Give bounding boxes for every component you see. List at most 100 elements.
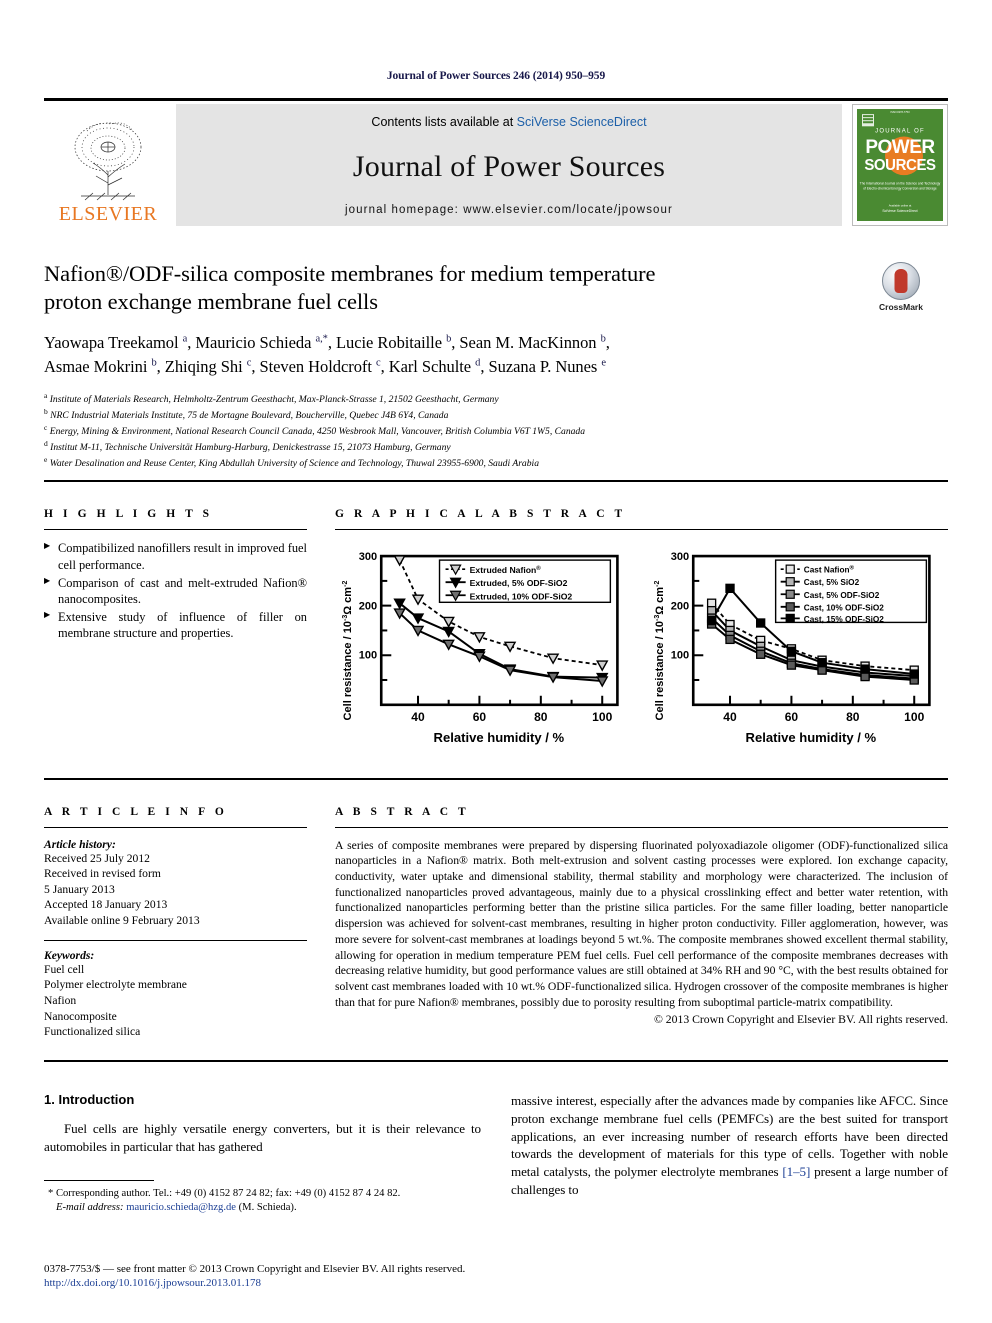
svg-text:Extruded, 5% ODF-SiO2: Extruded, 5% ODF-SiO2 — [470, 579, 568, 589]
keywords-label: Keywords: — [44, 948, 95, 962]
introduction-heading: 1. Introduction — [44, 1091, 135, 1107]
svg-text:Extruded, 10% ODF-SiO2: Extruded, 10% ODF-SiO2 — [470, 592, 573, 602]
journal-masthead: ELSEVIER Contents lists available at Sci… — [44, 98, 948, 226]
svg-text:Extruded Nafion®: Extruded Nafion® — [470, 566, 542, 576]
elsevier-logo: ELSEVIER — [44, 104, 172, 226]
keyword-item: Nanocomposite — [44, 1009, 117, 1023]
email-address-suffix: (M. Schieda). — [238, 1202, 297, 1214]
abstract-heading: A B S T R A C T — [335, 805, 470, 818]
masthead-center: Contents lists available at SciVerse Sci… — [176, 104, 842, 226]
article-info-heading: A R T I C L E I N F O — [44, 805, 228, 818]
affiliation-item: a Institute of Materials Research, Helmh… — [44, 390, 499, 405]
svg-text:200: 200 — [670, 601, 688, 613]
chart-cast: Cell resistance / 10-3Ω cm-2 300 200 100… — [647, 540, 949, 761]
graphical-abstract-figures: Cell resistance / 10-3Ω cm-2 300 200 100… — [335, 540, 948, 761]
issn-copyright-line: 0378-7753/$ — see front matter © 2013 Cr… — [44, 1262, 466, 1275]
doi-link[interactable]: http://dx.doi.org/10.1016/j.jpowsour.201… — [44, 1277, 948, 1289]
paper-page: Journal of Power Sources 246 (2014) 950–… — [0, 0, 992, 1323]
corresponding-author-note: * Corresponding author. Tel.: +49 (0) 41… — [44, 1187, 481, 1217]
svg-text:200: 200 — [359, 601, 377, 613]
article-info-rule — [44, 826, 307, 828]
citation-ref-1-5[interactable]: [1–5] — [782, 1164, 810, 1179]
corresponding-author-text: * Corresponding author. Tel.: +49 (0) 41… — [48, 1187, 401, 1199]
introduction-paragraph-right: massive interest, especially after the a… — [511, 1092, 948, 1199]
svg-text:of Electro-chemical Energy Con: of Electro-chemical Energy Conversion an… — [863, 186, 937, 190]
svg-text:POWER: POWER — [865, 137, 935, 158]
graphical-abstract-heading: G R A P H I C A L A B S T R A C T — [335, 508, 626, 521]
keyword-item: Nafion — [44, 993, 77, 1007]
svg-text:100: 100 — [359, 650, 377, 662]
svg-text:60: 60 — [473, 710, 487, 724]
svg-text:100: 100 — [670, 650, 688, 662]
svg-text:Cell resistance / 10-3Ω cm-2: Cell resistance / 10-3Ω cm-2 — [654, 581, 666, 721]
abstract-section-rule — [44, 777, 948, 780]
keyword-item: Fuel cell — [44, 962, 85, 976]
contents-prefix: Contents lists available at — [371, 115, 517, 129]
svg-text:300: 300 — [670, 552, 688, 564]
contents-available-line: Contents lists available at SciVerse Sci… — [371, 115, 646, 129]
abstract-column: A B S T R A C T A series of composite me… — [335, 806, 948, 1040]
author-line-1: Yaowapa Treekamol a, Mauricio Schieda a,… — [44, 332, 610, 352]
history-item: Received in revised form — [44, 867, 161, 881]
introduction-paragraph-left: Fuel cells are highly versatile energy c… — [44, 1120, 481, 1154]
elsevier-wordmark: ELSEVIER — [58, 203, 158, 225]
svg-text:Cast, 5% SiO2: Cast, 5% SiO2 — [803, 579, 859, 588]
email-address-label: E-mail address: — [56, 1202, 124, 1214]
email-address-link[interactable]: mauricio.schieda@hzg.de — [126, 1202, 236, 1213]
crossmark-label: CrossMark — [879, 302, 923, 312]
cover-graphic-icon: ISSN 0378-7753 JOURNAL OF POWER SOURCES … — [857, 109, 943, 221]
chart-extruded-svg: Cell resistance / 10-3Ω cm-2 300 200 100… — [342, 552, 619, 745]
highlights-list: Compatibilized nanofillers result in imp… — [44, 540, 307, 642]
svg-text:Cast Nafion®: Cast Nafion® — [803, 565, 854, 575]
svg-text:Relative humidity / %: Relative humidity / % — [745, 730, 876, 745]
svg-text:80: 80 — [534, 710, 548, 724]
svg-text:SciVerse ScienceDirect: SciVerse ScienceDirect — [882, 209, 917, 213]
journal-homepage-link[interactable]: journal homepage: www.elsevier.com/locat… — [345, 204, 673, 216]
svg-text:300: 300 — [359, 552, 377, 564]
article-info-column: A R T I C L E I N F O Article history: R… — [44, 806, 307, 1040]
svg-text:Cast, 10% ODF-SiO2: Cast, 10% ODF-SiO2 — [803, 604, 884, 613]
crossmark-badge-group[interactable]: CrossMark — [854, 262, 948, 312]
abstract-copyright: © 2013 Crown Copyright and Elsevier BV. … — [654, 1012, 948, 1026]
keywords-divider — [44, 939, 307, 941]
body-column-left: 1. Introduction Fuel cells are highly ve… — [44, 1092, 481, 1216]
svg-text:Cell resistance / 10-3Ω cm-2: Cell resistance / 10-3Ω cm-2 — [342, 581, 354, 721]
page-title: Nafion®/ODF-silica composite membranes f… — [44, 260, 848, 317]
abstract-rule — [335, 826, 948, 828]
history-item: Accepted 18 January 2013 — [44, 898, 168, 912]
highlights-rule — [44, 529, 307, 531]
svg-text:80: 80 — [846, 710, 860, 724]
sciencedirect-link[interactable]: SciVerse ScienceDirect — [517, 115, 647, 129]
svg-text:Cast, 5% ODF-SiO2: Cast, 5% ODF-SiO2 — [803, 591, 879, 600]
highlights-section-rule — [44, 480, 948, 483]
crossmark-icon — [882, 262, 920, 300]
svg-text:40: 40 — [723, 710, 737, 724]
affiliation-list: a Institute of Materials Research, Helmh… — [44, 391, 848, 472]
journal-cover-thumbnail: ISSN 0378-7753 JOURNAL OF POWER SOURCES … — [852, 104, 948, 226]
affiliation-item: c Energy, Mining & Environment, National… — [44, 422, 586, 438]
body-columns: 1. Introduction Fuel cells are highly ve… — [44, 1092, 948, 1216]
highlights-column: H I G H L I G H T S Compatibilized nanof… — [44, 508, 307, 761]
journal-title: Journal of Power Sources — [352, 149, 666, 183]
affiliation-item: d Institut M-11, Technische Universität … — [44, 439, 451, 454]
svg-text:JOURNAL OF: JOURNAL OF — [875, 128, 925, 134]
svg-text:Available online at: Available online at — [889, 204, 912, 208]
elsevier-tree-icon — [74, 122, 142, 201]
publisher-footer: 0378-7753/$ — see front matter © 2013 Cr… — [44, 1261, 948, 1290]
svg-text:The International Journal on t: The International Journal on the Science… — [860, 181, 941, 185]
svg-text:100: 100 — [592, 710, 612, 724]
body-section-rule — [44, 1059, 948, 1062]
svg-text:Cast, 15% ODF-SiO2: Cast, 15% ODF-SiO2 — [803, 615, 884, 624]
article-history-label: Article history: — [44, 837, 116, 851]
info-and-abstract: A R T I C L E I N F O Article history: R… — [44, 806, 948, 1040]
svg-text:40: 40 — [411, 710, 425, 724]
graphical-abstract-rule — [335, 529, 948, 531]
affiliation-item: b NRC Industrial Materials Institute, 75… — [44, 406, 449, 421]
graphical-abstract-column: G R A P H I C A L A B S T R A C T Cell r… — [335, 508, 948, 761]
affiliation-item: e Water Desalination and Reuse Center, K… — [44, 455, 539, 470]
journal-cover-art: ISSN 0378-7753 JOURNAL OF POWER SOURCES … — [857, 109, 943, 221]
keyword-item: Polymer electrolyte membrane — [44, 978, 187, 992]
chart-cast-svg: Cell resistance / 10-3Ω cm-2 300 200 100… — [654, 552, 931, 745]
author-line-2: Asmae Mokrini b, Zhiqing Shi c, Steven H… — [44, 357, 606, 377]
svg-text:ISSN 0378-7753: ISSN 0378-7753 — [890, 110, 910, 114]
